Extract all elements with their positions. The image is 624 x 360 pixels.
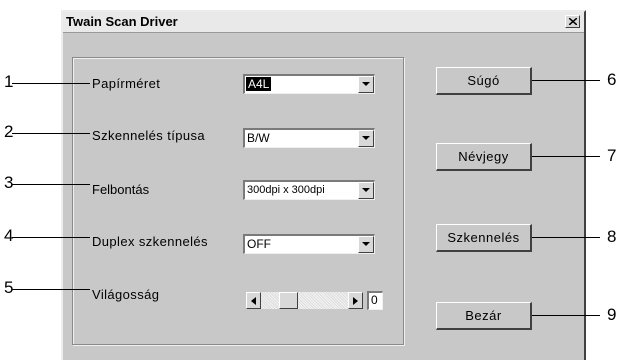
callout-number-4: 4 [4, 226, 14, 245]
slider-left-button[interactable] [246, 292, 261, 309]
twain-dialog-window: Twain Scan Driver Papírméret A4L Szkenne… [61, 10, 586, 360]
brightness-value-field[interactable]: 0 [367, 291, 383, 310]
callout-line-6 [532, 80, 600, 81]
chevron-down-icon [362, 242, 370, 246]
callout-line-5 [12, 289, 90, 290]
scan-button[interactable]: Szkennelés [436, 224, 532, 252]
help-button[interactable]: Súgó [436, 67, 532, 95]
resolution-dropdown-button[interactable] [358, 182, 374, 199]
paper-size-select[interactable]: A4L [243, 74, 375, 94]
chevron-down-icon [362, 188, 370, 192]
callout-line-9 [532, 315, 600, 316]
resolution-select[interactable]: 300dpi x 300dpi [243, 180, 375, 200]
title-bar[interactable]: Twain Scan Driver [63, 12, 584, 33]
brightness-slider[interactable] [246, 292, 363, 309]
duplex-dropdown-button[interactable] [358, 236, 374, 253]
close-icon [569, 18, 577, 25]
arrow-right-icon [353, 297, 358, 305]
callout-number-1: 1 [4, 72, 14, 91]
scan-type-dropdown-button[interactable] [358, 130, 374, 147]
callout-line-7 [532, 156, 600, 157]
callout-line-3 [12, 184, 90, 185]
callout-number-9: 9 [607, 305, 617, 324]
slider-thumb[interactable] [279, 292, 298, 309]
about-button[interactable]: Névjegy [436, 143, 532, 171]
scan-type-select[interactable]: B/W [243, 128, 375, 148]
callout-number-6: 6 [607, 70, 617, 89]
chevron-down-icon [362, 136, 370, 140]
arrow-left-icon [251, 297, 256, 305]
close-window-button[interactable] [565, 15, 580, 28]
duplex-select[interactable]: OFF [243, 234, 375, 254]
duplex-label: Duplex szkennelés [92, 234, 208, 249]
resolution-value: 300dpi x 300dpi [247, 184, 325, 196]
window-title: Twain Scan Driver [66, 14, 178, 29]
callout-number-5: 5 [4, 278, 14, 297]
paper-size-value: A4L [246, 77, 272, 91]
callout-number-2: 2 [4, 122, 14, 141]
callout-line-1 [12, 83, 90, 84]
callout-number-3: 3 [4, 173, 14, 192]
callout-line-8 [532, 237, 600, 238]
callout-line-4 [12, 237, 90, 238]
paper-size-dropdown-button[interactable] [358, 76, 374, 93]
scan-type-value: B/W [247, 131, 270, 145]
resolution-label: Felbontás [92, 182, 150, 197]
duplex-value: OFF [247, 237, 271, 251]
close-button[interactable]: Bezár [436, 302, 532, 330]
slider-right-button[interactable] [348, 292, 363, 309]
scan-type-label: Szkennelés típusa [92, 128, 206, 143]
brightness-label: Világosság [92, 287, 160, 302]
callout-line-2 [12, 133, 90, 134]
paper-size-label: Papírméret [92, 76, 161, 91]
callout-number-8: 8 [607, 227, 617, 246]
chevron-down-icon [362, 82, 370, 86]
callout-number-7: 7 [607, 146, 617, 165]
